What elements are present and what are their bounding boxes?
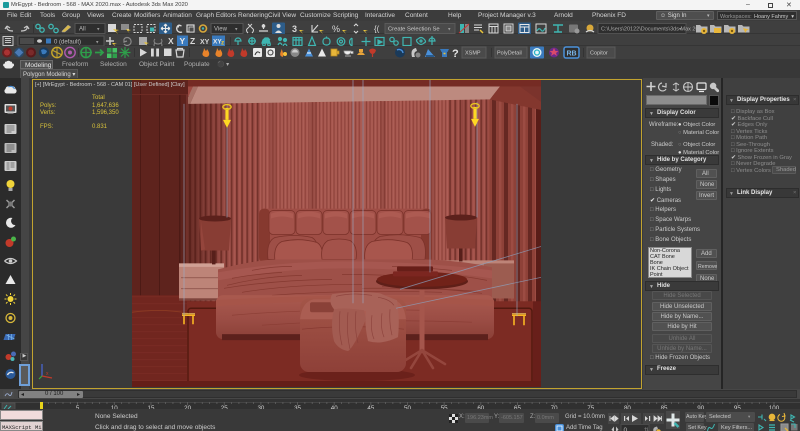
svg-text:RB: RB [567, 50, 577, 57]
svg-text:x: x [46, 371, 49, 377]
svg-text:Copitor: Copitor [590, 50, 608, 56]
svg-text:X: X [168, 36, 174, 46]
svg-text:View: View [214, 26, 228, 32]
svg-text:{(: {( [374, 24, 380, 33]
svg-text:PolyDetail: PolyDetail [497, 50, 522, 56]
svg-text:Z: Z [190, 36, 195, 46]
svg-text:3: 3 [292, 24, 297, 34]
svg-text:?: ? [452, 48, 459, 59]
svg-text:Y: Y [180, 36, 186, 46]
svg-text:0: 0 [624, 427, 628, 431]
svg-text:All: All [79, 26, 86, 32]
svg-text:⇅: ⇅ [644, 428, 649, 431]
svg-text:XSMP: XSMP [465, 50, 481, 56]
svg-text:C:\Users\20122\Documents\3ds M: C:\Users\20122\Documents\3ds Max 2030 [601, 26, 705, 32]
svg-text:%: % [332, 24, 340, 34]
svg-text:Create Selection Se: Create Selection Se [388, 26, 440, 32]
svg-text:0 (default): 0 (default) [54, 39, 81, 45]
svg-text:XY: XY [200, 39, 210, 46]
